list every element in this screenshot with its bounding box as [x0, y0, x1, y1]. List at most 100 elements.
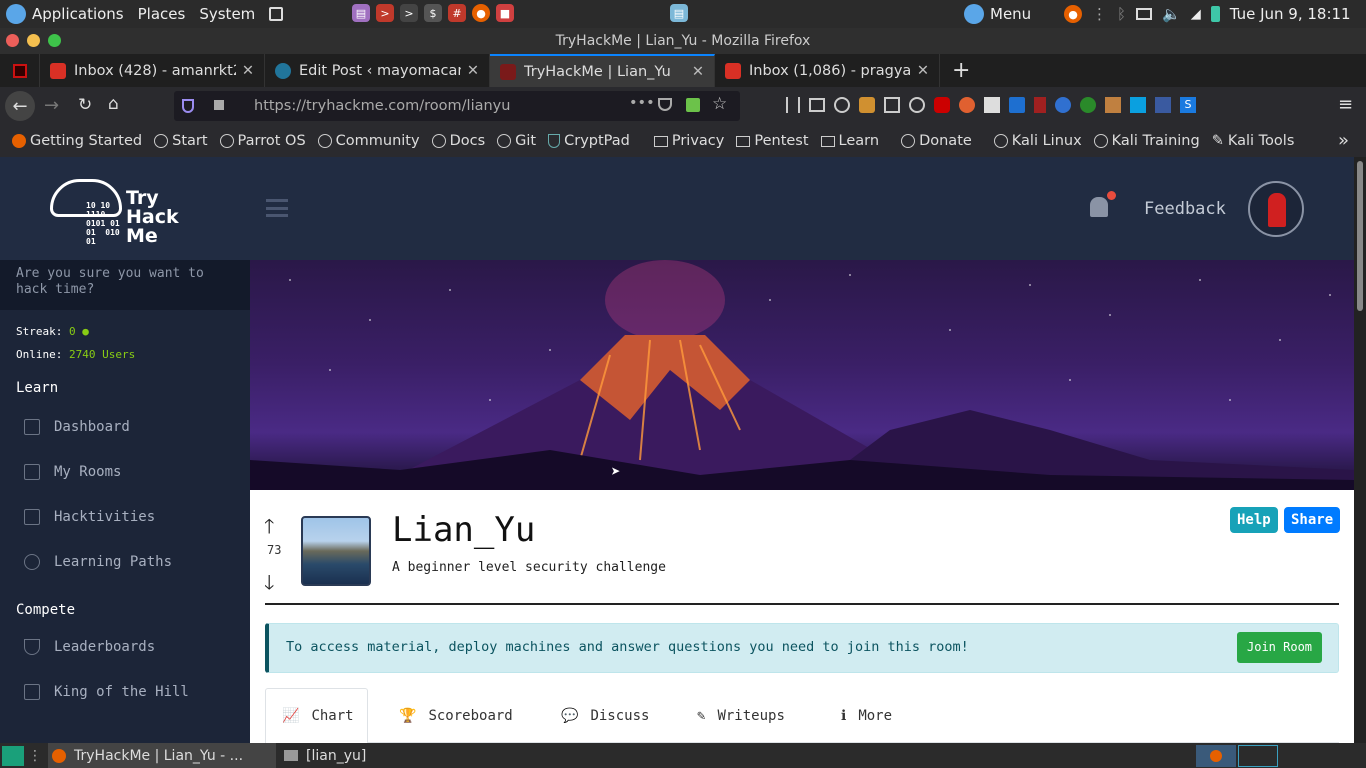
close-tab-icon[interactable]: ✕ [917, 63, 929, 79]
url-bar[interactable]: https://tryhackme.com/room/lianyu ••• ☆ [174, 91, 740, 121]
bookmark-kali-linux[interactable]: Kali Linux [993, 133, 1082, 149]
parrot-logo-icon[interactable] [6, 4, 26, 24]
close-window-button[interactable] [6, 34, 19, 47]
tab-more[interactable]: ℹ More [841, 688, 892, 743]
bookmark-kali-tools[interactable]: ✎ Kali Tools [1212, 133, 1295, 149]
wifi-icon[interactable]: ◢ [1191, 7, 1201, 22]
forward-button[interactable]: → [44, 95, 59, 116]
back-button[interactable]: ← [5, 91, 35, 121]
close-tab-icon[interactable]: ✕ [692, 64, 704, 80]
scrollbar-thumb[interactable] [1357, 161, 1363, 311]
terminal-red-icon[interactable]: > [376, 4, 394, 22]
tab-inbox-1[interactable]: Inbox (428) - amanrkt231 ✕ [40, 54, 265, 87]
sidebar-item-learning-paths[interactable]: Learning Paths [0, 539, 250, 584]
pocket-icon[interactable] [658, 98, 672, 111]
bookmark-docs[interactable]: Docs [431, 133, 485, 149]
extensions-apps-icon[interactable] [984, 97, 1000, 113]
pinned-tab[interactable] [0, 54, 40, 87]
s-extension-icon[interactable]: S [1180, 97, 1196, 113]
bookmark-community[interactable]: Community [317, 133, 420, 149]
tab-scoreboard[interactable]: 🏆 Scoreboard [399, 688, 513, 743]
extension-grid-icon[interactable] [884, 97, 900, 113]
translate-icon[interactable] [1155, 97, 1171, 113]
avatar[interactable] [1248, 181, 1304, 237]
tab-inbox-2[interactable]: Inbox (1,086) - pragyaapr ✕ [715, 54, 940, 87]
bookmark-folder-learn[interactable]: Learn [820, 133, 879, 149]
node-extension-icon[interactable] [686, 98, 700, 112]
sidebar-icon[interactable] [809, 98, 825, 112]
display-icon[interactable] [1136, 8, 1153, 20]
clock[interactable]: Tue Jun 9, 18:11 [1230, 5, 1351, 23]
bookmark-getting-started[interactable]: Getting Started [12, 133, 142, 149]
terminal-icon[interactable]: > [400, 4, 418, 22]
workspace-2[interactable] [1238, 744, 1278, 767]
notes-icon[interactable]: ▤ [670, 4, 688, 22]
more-tray-icon[interactable]: ⋮ [1092, 5, 1107, 23]
library-icon[interactable] [786, 97, 800, 113]
sidebar-item-hacktivities[interactable]: Hacktivities [0, 494, 250, 539]
notification-bell-icon[interactable] [1090, 197, 1108, 217]
ublock-icon[interactable] [934, 97, 950, 113]
downvote-button[interactable]: 🡓 [264, 568, 274, 602]
maximize-window-button[interactable] [48, 34, 61, 47]
workspace-1[interactable] [1196, 744, 1236, 767]
upvote-button[interactable]: 🡑 [264, 512, 274, 546]
bookmark-folder-pentest[interactable]: Pentest [736, 133, 809, 149]
bookmarks-overflow-icon[interactable]: » [1338, 130, 1349, 151]
sidebar-item-leaderboards[interactable]: Leaderboards [0, 624, 250, 669]
red-extension-icon[interactable] [1034, 97, 1046, 113]
join-room-button[interactable]: Join Room [1237, 632, 1323, 663]
green-extension-icon[interactable] [1080, 97, 1096, 113]
bookmark-cryptpad[interactable]: CryptPad [548, 133, 630, 149]
hackbar-icon[interactable] [959, 97, 975, 113]
applications-menu[interactable]: Applications [32, 5, 124, 23]
sidebar-toggle-icon[interactable] [266, 199, 288, 217]
page-scrollbar[interactable] [1354, 157, 1366, 743]
terminal-alt-icon[interactable]: $ [424, 4, 442, 22]
sidebar-item-dashboard[interactable]: Dashboard [0, 404, 250, 449]
tryhackme-logo[interactable]: 10 10 1110 0101 01 01 010 01 Try Hack Me [50, 171, 190, 251]
firefox-tray-icon[interactable]: ● [1064, 5, 1082, 23]
battery-icon[interactable] [1210, 6, 1220, 22]
show-desktop-button[interactable] [2, 745, 24, 766]
app-launcher-icon[interactable]: ■ [496, 4, 514, 22]
home-button[interactable]: ⌂ [108, 94, 119, 114]
close-tab-icon[interactable]: ✕ [242, 63, 254, 79]
tab-discuss[interactable]: 💬 Discuss [561, 688, 649, 743]
volume-icon[interactable]: 🔈 [1162, 5, 1181, 23]
figure-extension-icon[interactable] [1105, 97, 1121, 113]
bluetooth-icon[interactable]: ᛒ [1117, 5, 1126, 23]
hexagon-extension-icon[interactable] [1130, 97, 1146, 113]
bookmark-folder-privacy[interactable]: Privacy [653, 133, 724, 149]
new-tab-button[interactable]: + [952, 58, 970, 83]
tracking-shield-icon[interactable] [182, 99, 194, 113]
share-button[interactable]: Share [1284, 507, 1341, 533]
system-menu[interactable]: System [199, 5, 255, 23]
help-button[interactable]: Help [1230, 507, 1278, 533]
url-text[interactable]: https://tryhackme.com/room/lianyu [254, 98, 510, 114]
zap-icon[interactable] [1009, 97, 1025, 113]
menu-parrot-icon[interactable] [964, 4, 984, 24]
bookmark-donate[interactable]: Donate [901, 133, 972, 149]
screenshot-icon[interactable] [269, 7, 284, 21]
bookmark-start[interactable]: Start [154, 133, 208, 149]
bookmark-kali-training[interactable]: Kali Training [1093, 133, 1200, 149]
sidebar-item-my-rooms[interactable]: My Rooms [0, 449, 250, 494]
taskbar-window-folder[interactable]: [lian_yu] [276, 748, 366, 764]
menu-button[interactable]: Menu [990, 5, 1031, 23]
tab-writeups[interactable]: ✎ Writeups [697, 688, 785, 743]
places-menu[interactable]: Places [138, 5, 186, 23]
extension-badge-icon[interactable] [859, 97, 875, 113]
lock-icon[interactable] [214, 100, 224, 110]
minimize-window-button[interactable] [27, 34, 40, 47]
taskbar-window-firefox[interactable]: TryHackMe | Lian_Yu - ... [48, 743, 276, 768]
bookmark-star-icon[interactable]: ☆ [712, 94, 727, 114]
wappalyzer-icon[interactable] [1055, 97, 1071, 113]
tab-chart[interactable]: 📈 Chart [265, 688, 368, 743]
cookie-icon[interactable] [909, 97, 925, 113]
hamburger-menu-icon[interactable]: ≡ [1338, 94, 1353, 115]
bookmark-parrot-os[interactable]: Parrot OS [219, 133, 306, 149]
root-terminal-icon[interactable]: # [448, 4, 466, 22]
text-editor-icon[interactable]: ▤ [352, 4, 370, 22]
tab-edit-post[interactable]: Edit Post ‹ mayomacam – ✕ [265, 54, 490, 87]
